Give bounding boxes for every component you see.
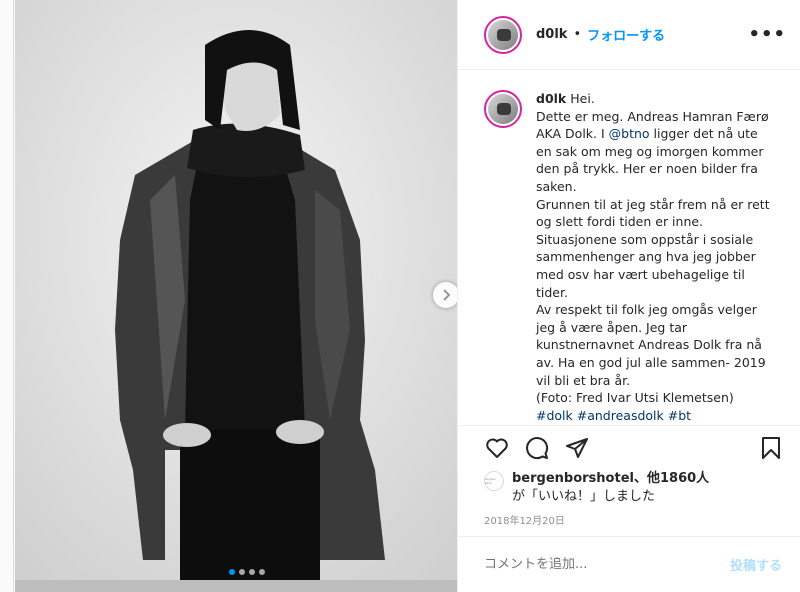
carousel-next-button[interactable]: [433, 282, 459, 308]
comment-input[interactable]: [484, 557, 730, 572]
mention-link[interactable]: @btno: [609, 126, 650, 141]
comment-form: 投稿する: [458, 536, 800, 592]
carousel-dot: [259, 569, 265, 575]
caption-line: Hei.: [570, 91, 595, 106]
follow-button[interactable]: フォローする: [587, 25, 665, 44]
caption-avatar[interactable]: [484, 90, 522, 128]
caption-line: Grunnen til at jeg står frem nå er rett …: [536, 196, 770, 230]
liker-avatar-text: bergen børs: [485, 477, 496, 485]
carousel-dot: [249, 569, 255, 575]
likes-summary: bergen børs bergenborshotel、他1860人 が「いいね…: [458, 470, 800, 512]
carousel-dot: [239, 569, 245, 575]
likes-count[interactable]: 、他1860人: [634, 471, 709, 486]
likes-text: bergenborshotel、他1860人 が「いいね！」しました: [512, 470, 709, 506]
post-sidebar: d0lk • フォローする ••• d0lk Hei. Dette er meg.…: [457, 0, 800, 592]
carousel-indicators: [229, 569, 265, 575]
liker-username[interactable]: bergenborshotel: [512, 471, 634, 486]
post-photo-image: [15, 0, 457, 592]
liker-avatar[interactable]: bergen børs: [484, 471, 504, 491]
caption-username[interactable]: d0lk: [536, 91, 566, 106]
caption-line: Av respekt til folk jeg omgås velger jeg…: [536, 302, 766, 388]
post-photo[interactable]: [15, 0, 457, 592]
caption-line: (Foto: Fred Ivar Utsi Klemetsen): [536, 390, 734, 406]
carousel-dot: [229, 569, 235, 575]
post-comment-button[interactable]: 投稿する: [730, 555, 782, 574]
more-options-icon[interactable]: •••: [748, 24, 786, 45]
hashtag-links[interactable]: #dolk #andreasdolk #bt: [536, 407, 776, 425]
page-gutter: [0, 0, 14, 592]
likes-suffix: が「いいね！」しました: [512, 489, 656, 504]
paper-plane-icon[interactable]: [564, 435, 590, 461]
caption-text: d0lk Hei. Dette er meg. Andreas Hamran Fæ…: [536, 90, 776, 425]
caption-line: Situasjonene som oppstår i sosiale samme…: [536, 231, 756, 300]
separator-dot: •: [573, 27, 582, 42]
bookmark-icon[interactable]: [758, 435, 784, 461]
action-bar: [458, 426, 800, 470]
chevron-right-icon: [443, 289, 451, 301]
author-username[interactable]: d0lk: [536, 27, 567, 42]
comment-icon[interactable]: [524, 435, 550, 461]
caption-section: d0lk Hei. Dette er meg. Andreas Hamran Fæ…: [458, 70, 800, 426]
heart-icon[interactable]: [484, 435, 510, 461]
post-header: d0lk • フォローする •••: [458, 0, 800, 70]
author-avatar[interactable]: [484, 15, 522, 54]
